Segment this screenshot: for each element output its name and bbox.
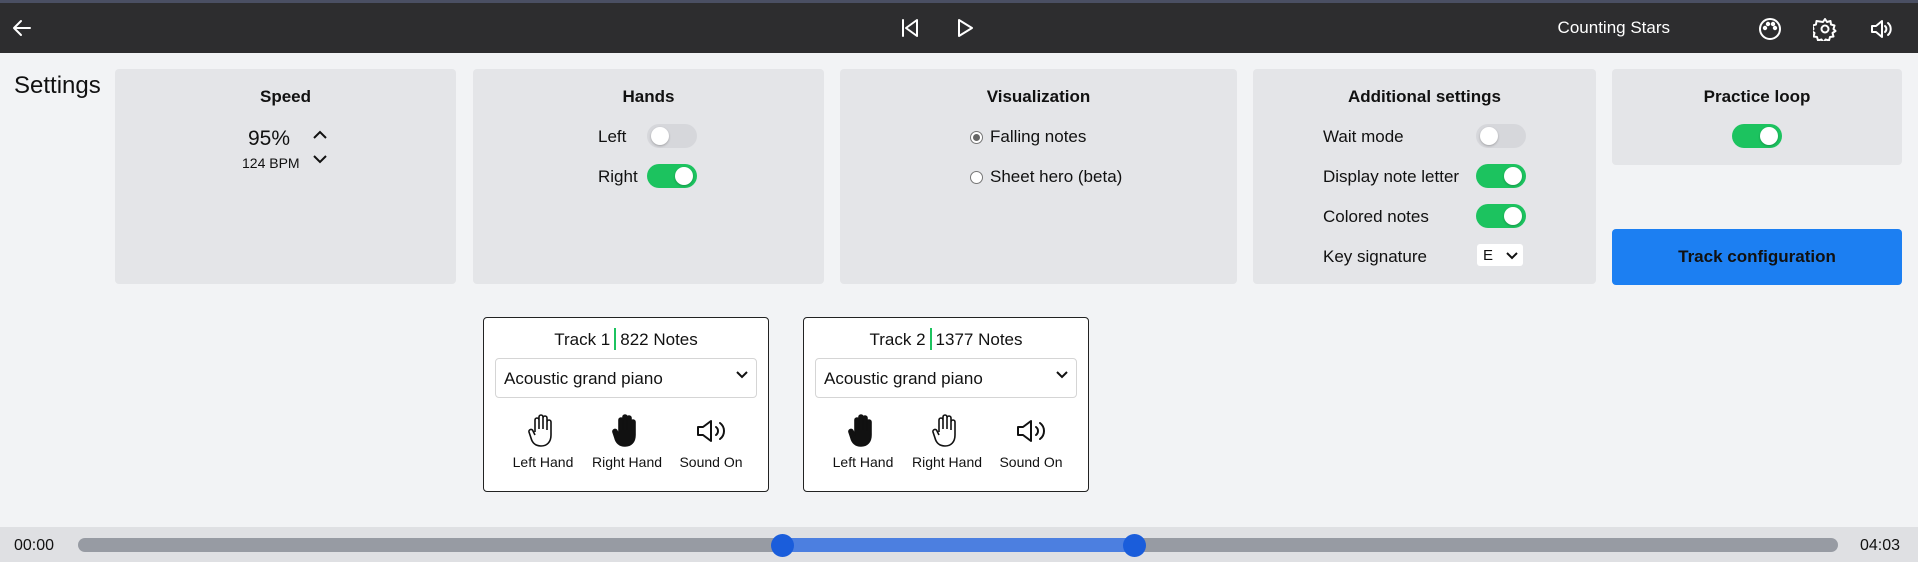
key-signature-select[interactable]: E [1477,244,1523,266]
left-hand-label: Left Hand [832,454,894,470]
sound-toggle-button[interactable]: Sound On [669,414,753,470]
practice-loop-toggle[interactable] [1732,124,1782,148]
falling-notes-radio[interactable] [970,131,983,144]
hand-filled-icon [612,414,636,447]
hand-filled-icon [848,414,872,447]
gear-icon[interactable] [1812,16,1838,42]
left-hand-label: Left Hand [512,454,574,470]
sound-on-label: Sound On [679,454,743,470]
current-time: 00:00 [14,537,55,554]
speed-bpm: 124 BPM [242,155,300,171]
speed-down-chevron-icon[interactable] [310,151,330,167]
sheet-hero-radio[interactable] [970,171,983,184]
back-arrow-icon[interactable] [10,16,34,40]
left-hand-button[interactable]: Left Hand [501,414,585,470]
display-note-letter-toggle[interactable] [1476,164,1526,188]
sheet-hero-label: Sheet hero (beta) [990,167,1123,186]
practice-loop-panel: Practice loop [1612,69,1902,165]
track-card-2: Track 2 1377 Notes Acoustic grand piano L… [803,317,1089,492]
right-hand-label: Right [598,167,638,186]
sound-toggle-button[interactable]: Sound On [989,414,1073,470]
volume-icon [1017,420,1045,442]
hands-panel: Hands Left Right [473,69,824,284]
track-name: Track 1 [554,330,611,349]
sound-on-label: Sound On [999,454,1063,470]
instrument-value: Acoustic grand piano [824,369,983,388]
settings-title: Settings [14,72,101,99]
loop-range [782,538,1134,552]
play-icon[interactable] [953,16,977,40]
track-card-1: Track 1 822 Notes Acoustic grand piano Le… [483,317,769,492]
hand-outline-icon [528,414,552,447]
additional-settings-panel: Additional settings Wait mode Display no… [1253,69,1596,284]
track-separator [614,328,617,350]
volume-icon [697,420,725,442]
falling-notes-label: Falling notes [990,127,1087,146]
instrument-select[interactable]: Acoustic grand piano [815,358,1077,398]
palette-icon[interactable] [1757,16,1783,42]
additional-settings-title: Additional settings [1348,87,1501,106]
wait-mode-toggle[interactable] [1476,124,1526,148]
right-hand-label: Right Hand [911,454,983,470]
track-note-count: 1377 Notes [935,330,1023,349]
display-note-letter-label: Display note letter [1323,167,1460,186]
track-header: Track 2 1377 Notes [804,328,1088,350]
right-hand-label: Right Hand [591,454,663,470]
speed-up-chevron-icon[interactable] [310,127,330,143]
key-signature-label: Key signature [1323,247,1427,266]
instrument-select[interactable]: Acoustic grand piano [495,358,757,398]
colored-notes-toggle[interactable] [1476,204,1526,228]
hand-outline-icon [932,414,956,447]
total-time: 04:03 [1859,537,1900,554]
track-configuration-button[interactable]: Track configuration [1612,229,1902,285]
instrument-value: Acoustic grand piano [504,369,663,388]
track-name: Track 2 [869,330,926,349]
volume-icon[interactable] [1868,16,1894,42]
top-bar: Counting Stars [0,0,1918,53]
colored-notes-label: Colored notes [1323,207,1429,226]
timeline-bar: 00:00 04:03 [0,527,1918,562]
visualization-panel: Visualization Falling notes Sheet hero (… [840,69,1237,284]
song-title: Counting Stars [1557,18,1670,37]
chevron-down-icon [1506,252,1518,260]
track-separator [929,328,932,350]
speed-panel: Speed 95% 124 BPM [115,69,456,284]
hands-title: Hands [622,87,675,106]
right-hand-button[interactable]: Right Hand [585,414,669,470]
chevron-down-icon [736,371,748,379]
right-hand-button[interactable]: Right Hand [905,414,989,470]
left-hand-toggle[interactable] [647,124,697,148]
left-hand-label: Left [598,127,627,146]
loop-end-handle[interactable] [1122,534,1146,557]
right-hand-toggle[interactable] [647,164,697,188]
track-note-count: 822 Notes [620,330,698,349]
wait-mode-label: Wait mode [1323,127,1404,146]
skip-back-icon[interactable] [898,16,922,40]
practice-loop-title: Practice loop [1703,87,1811,106]
key-signature-value: E [1483,247,1494,264]
visualization-title: Visualization [986,87,1091,106]
left-hand-button[interactable]: Left Hand [821,414,905,470]
track-header: Track 1 822 Notes [484,328,768,350]
speed-title: Speed [259,87,312,106]
loop-start-handle[interactable] [770,534,794,557]
chevron-down-icon [1056,371,1068,379]
speed-percent: 95% [248,127,291,150]
